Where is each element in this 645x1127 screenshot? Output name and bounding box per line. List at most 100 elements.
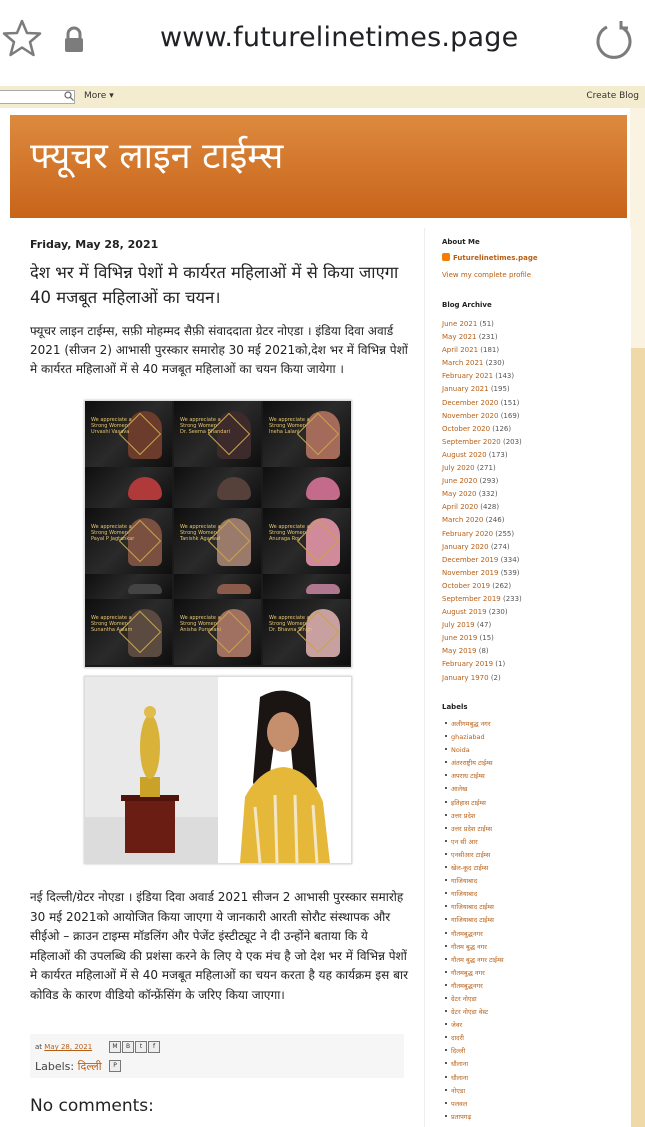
archive-item[interactable]: October 2020 (126) — [442, 423, 522, 436]
email-share-icon[interactable]: M — [109, 1041, 121, 1053]
archive-item[interactable]: February 2020 (255) — [442, 528, 522, 541]
archive-item[interactable]: December 2020 (151) — [442, 397, 522, 410]
archive-month[interactable]: October 2019 — [442, 582, 490, 590]
archive-item[interactable]: January 2021 (195) — [442, 383, 522, 396]
label-item[interactable]: दिल्ली — [445, 1045, 504, 1058]
archive-month[interactable]: June 2020 — [442, 477, 477, 485]
archive-item[interactable]: May 2019 (8) — [442, 645, 522, 658]
label-link[interactable]: एनसीआर टाईम्स — [451, 851, 490, 859]
archive-month[interactable]: November 2019 — [442, 569, 498, 577]
label-link[interactable]: पलवल — [451, 1100, 467, 1108]
label-link[interactable]: धौलाना — [451, 1074, 468, 1082]
address-bar-url[interactable]: www.futurelinetimes.page — [160, 22, 518, 53]
archive-item[interactable]: July 2020 (271) — [442, 462, 522, 475]
label-item[interactable]: गाजियाबाद टाईम्स — [445, 901, 504, 914]
label-item[interactable]: एन सी आर — [445, 836, 504, 849]
label-item[interactable]: अपराध टाईम्स — [445, 770, 504, 783]
label-link[interactable]: जेवर — [451, 1021, 462, 1029]
archive-item[interactable]: April 2021 (181) — [442, 344, 522, 357]
archive-month[interactable]: February 2019 — [442, 660, 493, 668]
archive-item[interactable]: February 2021 (143) — [442, 370, 522, 383]
facebook-share-icon[interactable]: f — [148, 1041, 160, 1053]
label-item[interactable]: गौतम बुद्ध नगर — [445, 941, 504, 954]
label-link[interactable]: खेल-कूद टाईम्स — [451, 864, 488, 872]
archive-month[interactable]: December 2019 — [442, 556, 498, 564]
label-link[interactable]: गौतमबुद्ध नगर — [451, 969, 485, 977]
archive-month[interactable]: August 2020 — [442, 451, 487, 459]
label-item[interactable]: धौलाना — [445, 1072, 504, 1085]
label-item[interactable]: अंतरराष्ट्रीय टाईम्स — [445, 757, 504, 770]
archive-month[interactable]: November 2020 — [442, 412, 498, 420]
archive-month[interactable]: January 1970 — [442, 674, 489, 682]
label-item[interactable]: गौतमबुद्ध नगर — [445, 967, 504, 980]
label-item[interactable]: उत्तर प्रदेश — [445, 810, 504, 823]
archive-month[interactable]: February 2020 — [442, 530, 493, 538]
label-link[interactable]: आलेख — [451, 785, 467, 793]
label-link[interactable]: अपराध टाईम्स — [451, 772, 485, 780]
label-item[interactable]: खेल-कूद टाईम्स — [445, 862, 504, 875]
archive-item[interactable]: March 2021 (230) — [442, 357, 522, 370]
blog-share-icon[interactable]: B — [122, 1041, 134, 1053]
post-image-trophy[interactable] — [84, 676, 352, 864]
label-link[interactable]: उत्तर प्रदेश — [451, 812, 475, 820]
label-link[interactable]: गाजियाबाद — [451, 877, 477, 885]
archive-month[interactable]: April 2021 — [442, 346, 478, 354]
label-link[interactable]: गौतम बुद्ध नगर — [451, 943, 487, 951]
post-label-link[interactable]: दिल्ली — [78, 1060, 102, 1073]
archive-item[interactable]: January 2020 (274) — [442, 541, 522, 554]
label-item[interactable]: गौतमबुद्धनगर — [445, 928, 504, 941]
label-link[interactable]: अंतरराष्ट्रीय टाईम्स — [451, 759, 493, 767]
post-image-collage[interactable]: We appreciate a Strong Women Urvashi Vasav… — [84, 400, 352, 668]
archive-item[interactable]: January 1970 (2) — [442, 672, 522, 685]
label-link[interactable]: दिल्ली — [451, 1047, 465, 1055]
archive-item[interactable]: November 2020 (169) — [442, 410, 522, 423]
bookmark-star-icon[interactable] — [2, 18, 42, 58]
profile-link[interactable]: Futurelinetimes.page — [442, 253, 538, 262]
archive-month[interactable]: February 2021 — [442, 372, 493, 380]
label-link[interactable]: ग्रेटर नोएडा वेस्ट — [451, 1008, 488, 1016]
archive-month[interactable]: September 2019 — [442, 595, 501, 603]
label-item[interactable]: ग्रेटर नोएडा वेस्ट — [445, 1006, 504, 1019]
label-link[interactable]: गाजियाबाद — [451, 890, 477, 898]
label-item[interactable]: ग्रेटर नोएडा — [445, 993, 504, 1006]
label-item[interactable]: गौतमबुद्धनगर — [445, 980, 504, 993]
post-title[interactable]: देश भर में विभिन्न पेशों मे कार्यरत महिल… — [30, 260, 410, 310]
pinterest-share-icon[interactable]: P — [109, 1060, 121, 1072]
label-link[interactable]: प्रतापगढ़ — [451, 1113, 471, 1121]
archive-item[interactable]: September 2020 (203) — [442, 436, 522, 449]
label-item[interactable]: दादरी — [445, 1032, 504, 1045]
archive-item[interactable]: April 2020 (428) — [442, 501, 522, 514]
label-item[interactable]: जेवर — [445, 1019, 504, 1032]
label-item[interactable]: गौतम बुद्ध नगर टाईम्स — [445, 954, 504, 967]
archive-item[interactable]: June 2020 (293) — [442, 475, 522, 488]
label-item[interactable]: पलवल — [445, 1098, 504, 1111]
label-item[interactable]: ghaziabad — [445, 731, 504, 744]
archive-item[interactable]: August 2019 (230) — [442, 606, 522, 619]
archive-month[interactable]: May 2019 — [442, 647, 477, 655]
label-link[interactable]: गौतमबुद्धनगर — [451, 982, 483, 990]
label-item[interactable]: आलेख — [445, 783, 504, 796]
label-link[interactable]: ghaziabad — [451, 733, 485, 741]
label-item[interactable]: गाजियाबाद — [445, 888, 504, 901]
archive-month[interactable]: April 2020 — [442, 503, 478, 511]
archive-month[interactable]: September 2020 — [442, 438, 501, 446]
label-link[interactable]: गाजियाबाद टाईम्स — [451, 903, 494, 911]
label-item[interactable]: गाजियाबाद — [445, 875, 504, 888]
label-item[interactable]: उत्तर प्रदेश टाईम्स — [445, 823, 504, 836]
label-link[interactable]: अलीगमबुद्ध नगर — [451, 720, 491, 728]
reload-icon[interactable] — [594, 20, 634, 60]
label-link[interactable]: गौतम बुद्ध नगर टाईम्स — [451, 956, 504, 964]
archive-item[interactable]: August 2020 (173) — [442, 449, 522, 462]
archive-item[interactable]: June 2019 (15) — [442, 632, 522, 645]
label-link[interactable]: Noida — [451, 746, 470, 754]
label-link[interactable]: गौतमबुद्धनगर — [451, 930, 483, 938]
archive-item[interactable]: December 2019 (334) — [442, 554, 522, 567]
archive-month[interactable]: June 2019 — [442, 634, 477, 642]
label-item[interactable]: धौलाना — [445, 1058, 504, 1071]
label-item[interactable]: अलीगमबुद्ध नगर — [445, 718, 504, 731]
archive-month[interactable]: December 2020 — [442, 399, 498, 407]
archive-month[interactable]: July 2020 — [442, 464, 475, 472]
archive-item[interactable]: October 2019 (262) — [442, 580, 522, 593]
archive-month[interactable]: June 2021 — [442, 320, 477, 328]
view-profile-link[interactable]: View my complete profile — [442, 271, 531, 279]
